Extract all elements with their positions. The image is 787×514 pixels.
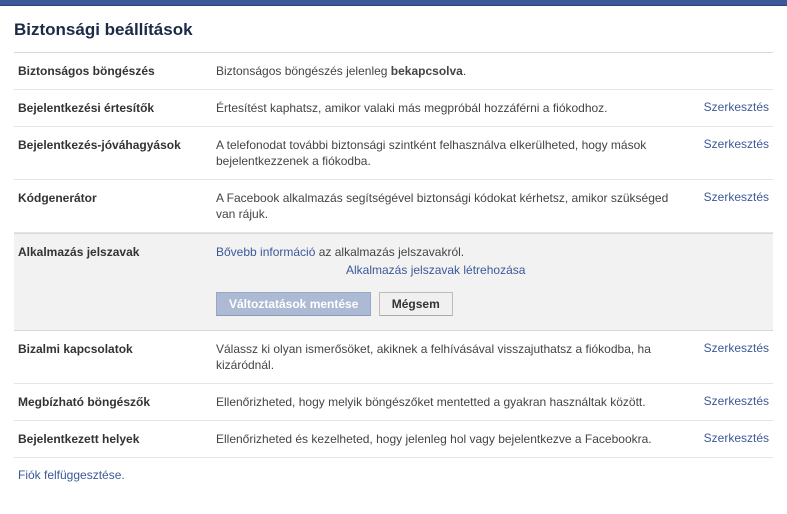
- row-action: Szerkesztés: [679, 394, 769, 408]
- row-app-passwords: Alkalmazás jelszavak Bővebb információ a…: [14, 233, 773, 331]
- row-code-generator[interactable]: Kódgenerátor A Facebook alkalmazás segít…: [14, 180, 773, 233]
- row-action: Szerkesztés: [679, 431, 769, 445]
- settings-list: Biztonságos böngészés Biztonságos böngés…: [14, 52, 773, 458]
- row-desc: A telefonodat további biztonsági szintké…: [216, 137, 679, 169]
- edit-link[interactable]: Szerkesztés: [704, 137, 769, 151]
- row-trusted-contacts[interactable]: Bizalmi kapcsolatok Válassz ki olyan ism…: [14, 331, 773, 384]
- row-content-expanded: Bővebb információ az alkalmazás jelszava…: [216, 244, 679, 316]
- row-login-notifications[interactable]: Bejelentkezési értesítők Értesítést kaph…: [14, 90, 773, 127]
- row-desc: Biztonságos böngészés jelenleg bekapcsol…: [216, 63, 679, 79]
- row-login-approvals[interactable]: Bejelentkezés-jóváhagyások A telefonodat…: [14, 127, 773, 180]
- more-info-link[interactable]: Bővebb információ: [216, 245, 315, 259]
- edit-link[interactable]: Szerkesztés: [704, 100, 769, 114]
- row-label: Megbízható böngészők: [18, 394, 216, 410]
- save-button[interactable]: Változtatások mentése: [216, 292, 371, 316]
- row-label: Bizalmi kapcsolatok: [18, 341, 216, 357]
- footer: Fiók felfüggesztése.: [14, 468, 773, 482]
- page-title: Biztonsági beállítások: [14, 20, 773, 40]
- row-desc: Válassz ki olyan ismerősöket, akiknek a …: [216, 341, 679, 373]
- row-desc: Ellenőrizheted és kezelheted, hogy jelen…: [216, 431, 679, 447]
- row-label: Bejelentkezett helyek: [18, 431, 216, 447]
- edit-link[interactable]: Szerkesztés: [704, 394, 769, 408]
- row-desc: Ellenőrizheted, hogy melyik böngészőket …: [216, 394, 679, 410]
- desc-prefix: Biztonságos böngészés jelenleg: [216, 64, 391, 78]
- suspend-account-link[interactable]: Fiók felfüggesztése.: [18, 468, 125, 482]
- create-app-password-link[interactable]: Alkalmazás jelszavak létrehozása: [346, 263, 525, 277]
- row-label: Biztonságos böngészés: [18, 63, 216, 79]
- row-label: Bejelentkezési értesítők: [18, 100, 216, 116]
- row-label: Alkalmazás jelszavak: [18, 244, 216, 260]
- desc-bold: bekapcsolva: [391, 64, 463, 78]
- edit-link[interactable]: Szerkesztés: [704, 341, 769, 355]
- button-bar: Változtatások mentése Mégsem: [216, 292, 669, 316]
- row-active-sessions[interactable]: Bejelentkezett helyek Ellenőrizheted és …: [14, 421, 773, 458]
- row-desc: A Facebook alkalmazás segítségével bizto…: [216, 190, 679, 222]
- row-secure-browsing[interactable]: Biztonságos böngészés Biztonságos böngés…: [14, 53, 773, 90]
- edit-link[interactable]: Szerkesztés: [704, 431, 769, 445]
- row-action: Szerkesztés: [679, 100, 769, 114]
- edit-link[interactable]: Szerkesztés: [704, 190, 769, 204]
- row-action: Szerkesztés: [679, 137, 769, 151]
- cancel-button[interactable]: Mégsem: [379, 292, 453, 316]
- desc-suffix: .: [463, 64, 466, 78]
- settings-container: Biztonsági beállítások Biztonságos böngé…: [0, 6, 787, 502]
- row-label: Bejelentkezés-jóváhagyások: [18, 137, 216, 153]
- row-desc: Értesítést kaphatsz, amikor valaki más m…: [216, 100, 679, 116]
- row-label: Kódgenerátor: [18, 190, 216, 206]
- more-info-tail: az alkalmazás jelszavakról.: [315, 245, 464, 259]
- row-action: Szerkesztés: [679, 190, 769, 204]
- row-trusted-browsers[interactable]: Megbízható böngészők Ellenőrizheted, hog…: [14, 384, 773, 421]
- row-action: Szerkesztés: [679, 341, 769, 355]
